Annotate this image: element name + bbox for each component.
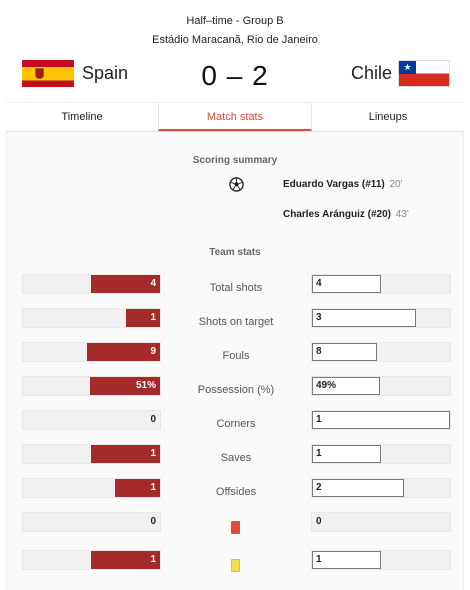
away-stat-bar: 0 [311, 512, 451, 532]
stat-label: Saves [220, 452, 252, 464]
stat-label: Fouls [222, 350, 250, 362]
chile-flag-icon: ★ [398, 60, 450, 87]
soccer-ball-icon [229, 177, 244, 192]
stat-row: 11 [0, 550, 470, 572]
stat-row: 1 Saves 1 [0, 444, 470, 464]
tab-lineups[interactable]: Lineups [312, 103, 464, 131]
away-stat-bar: 3 [311, 308, 451, 328]
home-stat-bar: 0 [22, 410, 161, 430]
goal-minute: 43' [395, 209, 409, 220]
home-stat-bar: 0 [22, 512, 161, 532]
home-stat-value: 1 [150, 312, 156, 323]
away-stat-value: 49% [316, 380, 337, 391]
away-stat-bar: 1 [311, 444, 451, 464]
goal-scorer: Charles Aránguiz (#20) [283, 209, 391, 220]
home-stat-bar: 1 [22, 550, 161, 570]
away-stat-value: 8 [316, 346, 322, 357]
stat-label: Total shots [209, 282, 263, 294]
stat-row: 9 Fouls 8 [0, 342, 470, 362]
stat-label: Offsides [215, 486, 257, 498]
team-stats-title: Team stats [209, 247, 261, 258]
home-stat-value: 0 [150, 516, 156, 527]
home-stat-value: 51% [135, 380, 156, 391]
home-stat-value: 0 [150, 414, 156, 425]
away-stat-bar: 2 [311, 478, 451, 498]
stat-row: 1 Offsides 2 [0, 478, 470, 498]
away-stat-fill [312, 275, 381, 293]
goal-entry[interactable]: Eduardo Vargas (#11) 20' [283, 179, 403, 190]
away-stat-bar: 1 [311, 410, 451, 430]
match-tabs: Timeline Match stats Lineups [6, 102, 464, 132]
home-stat-bar: 1 [22, 478, 161, 498]
goal-minute: 20' [389, 179, 403, 190]
stat-label: Shots on target [198, 316, 274, 328]
away-stat-fill [312, 551, 381, 569]
away-stat-fill [312, 411, 450, 429]
home-stat-value: 1 [150, 448, 156, 459]
away-stat-bar: 1 [311, 550, 451, 570]
away-stat-value: 4 [316, 278, 322, 289]
stat-row: 4 Total shots 4 [0, 274, 470, 294]
away-stat-fill [312, 445, 381, 463]
away-stat-value: 1 [316, 448, 322, 459]
stat-row: 0 Corners 1 [0, 410, 470, 430]
stat-row: 51% Possession (%) 49% [0, 376, 470, 396]
away-team[interactable]: Chile ★ [351, 60, 450, 87]
yellow-card-icon [231, 559, 240, 572]
away-stat-value: 1 [316, 414, 322, 425]
home-stat-value: 4 [150, 278, 156, 289]
away-stat-value: 3 [316, 312, 322, 323]
stat-label: Corners [216, 418, 256, 430]
away-stat-fill [312, 309, 416, 327]
home-stat-bar: 9 [22, 342, 161, 362]
match-venue: Estádio Maracanã, Rio de Janeiro [152, 34, 318, 46]
home-stat-fill [87, 343, 160, 361]
away-stat-fill [312, 479, 404, 497]
stat-row: 1 Shots on target 3 [0, 308, 470, 328]
home-stat-value: 9 [150, 346, 156, 357]
away-team-name: Chile [350, 63, 392, 83]
home-stat-bar: 51% [22, 376, 161, 396]
scoring-summary-title: Scoring summary [192, 155, 278, 166]
home-stat-bar: 1 [22, 444, 161, 464]
home-stat-value: 1 [150, 554, 156, 565]
away-stat-value: 0 [316, 516, 322, 527]
home-stat-bar: 1 [22, 308, 161, 328]
stat-label: Possession (%) [197, 384, 275, 396]
away-stat-bar: 49% [311, 376, 451, 396]
away-stat-bar: 4 [311, 274, 451, 294]
away-stat-bar: 8 [311, 342, 451, 362]
match-header: Half–time - Group B Estádio Maracanã, Ri… [0, 0, 470, 102]
tab-match-stats[interactable]: Match stats [158, 103, 312, 131]
away-stat-value: 2 [316, 482, 322, 493]
stat-row: 00 [0, 512, 470, 534]
home-stat-bar: 4 [22, 274, 161, 294]
away-stat-value: 1 [316, 554, 322, 565]
goal-scorer: Eduardo Vargas (#11) [283, 179, 385, 190]
home-stat-value: 1 [150, 482, 156, 493]
tab-timeline[interactable]: Timeline [6, 103, 158, 131]
goal-entry[interactable]: Charles Aránguiz (#20) 43' [283, 209, 409, 220]
red-card-icon [231, 521, 240, 534]
match-status: Half–time - Group B [186, 15, 284, 27]
